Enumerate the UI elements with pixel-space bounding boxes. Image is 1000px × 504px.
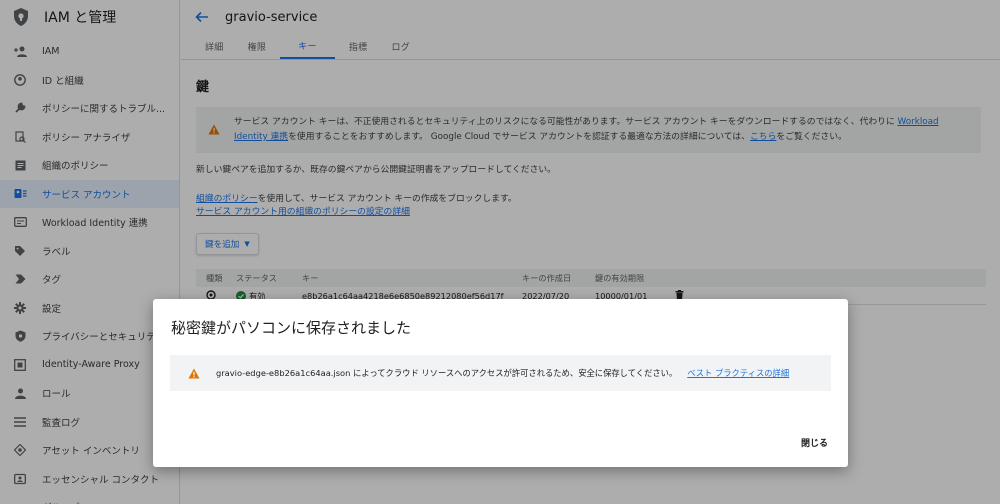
dialog-warning: gravio-edge-e8b26a1c64aa.json によってクラウド リ… [170,355,831,391]
best-practices-link[interactable]: ベスト プラクティスの詳細 [687,367,789,379]
dialog-message: gravio-edge-e8b26a1c64aa.json によってクラウド リ… [216,368,678,378]
close-button[interactable]: 閉じる [801,436,828,449]
warning-icon [188,368,202,379]
private-key-saved-dialog: 秘密鍵がパソコンに保存されました gravio-edge-e8b26a1c64a… [153,299,848,467]
dialog-title: 秘密鍵がパソコンに保存されました [171,319,412,337]
